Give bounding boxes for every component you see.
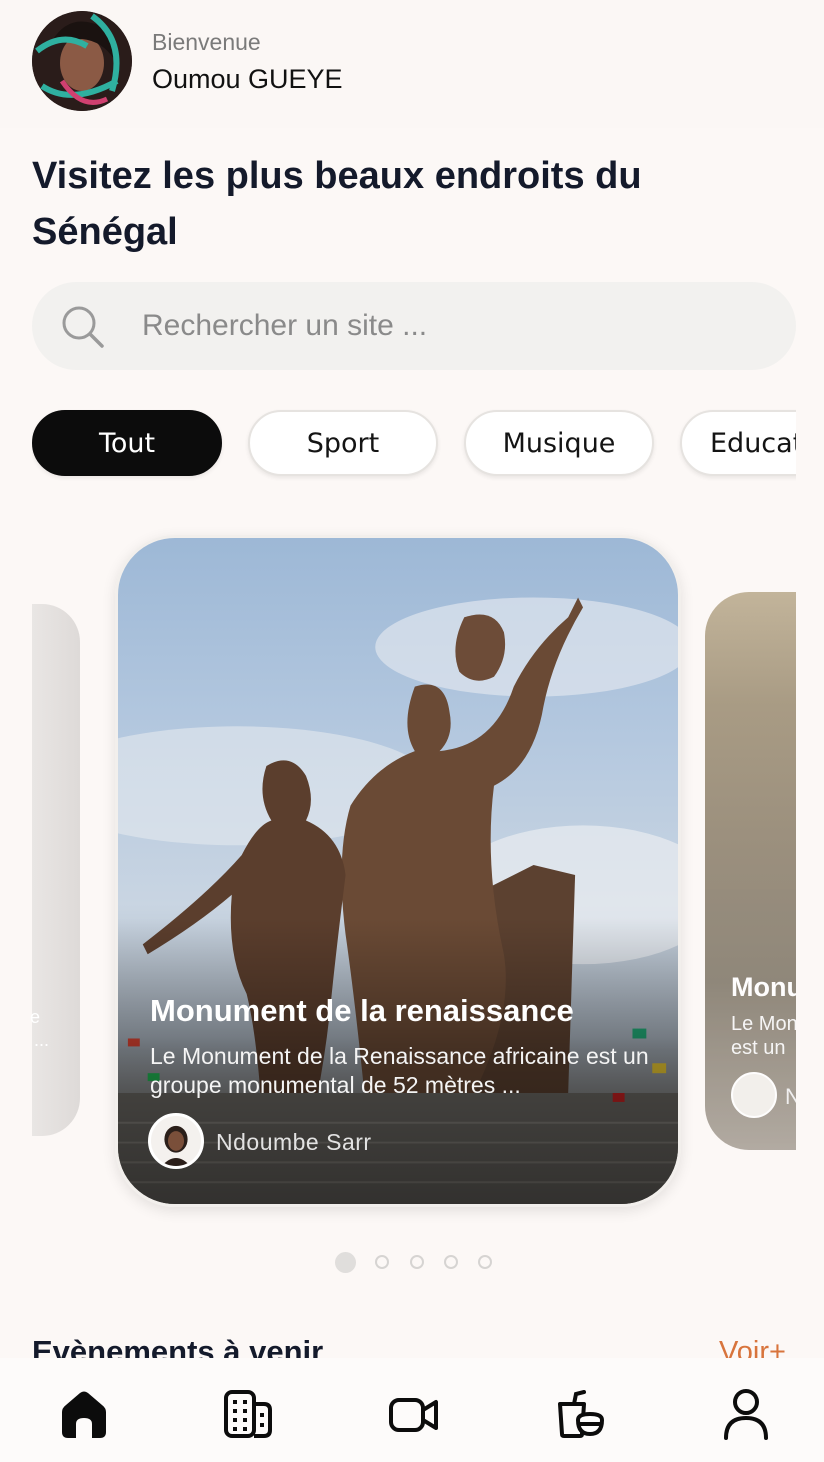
pagination-dot-4[interactable] [444, 1255, 458, 1269]
chip-musique[interactable]: Musique [464, 410, 654, 476]
card-title: Monument de la renaissance [150, 993, 574, 1028]
nav-sites[interactable] [222, 1388, 274, 1440]
avatar-image [32, 11, 132, 111]
profile-icon [724, 1389, 768, 1440]
page-title: Visitez les plus beaux endroits du Sénég… [32, 155, 642, 253]
welcome-label: Bienvenue [152, 29, 261, 55]
chip-sport[interactable]: Sport [248, 410, 438, 476]
pagination-dot-1[interactable] [335, 1252, 356, 1273]
bottom-navigation [0, 1358, 824, 1462]
pagination-dot-5[interactable] [478, 1255, 492, 1269]
previous-card-text-fragment: e [30, 1007, 41, 1027]
header: Bienvenue Oumou GUEYE [0, 0, 824, 128]
next-card-description-line1: Le Mon [731, 1013, 796, 1035]
card-description: Le Monument de la Renaissance africaine … [150, 1043, 649, 1098]
pagination-dot-3[interactable] [410, 1255, 424, 1269]
nav-videos[interactable] [388, 1388, 440, 1440]
search-bar[interactable] [32, 282, 796, 370]
chip-education[interactable]: Education [680, 410, 796, 476]
home-icon [62, 1391, 106, 1438]
pagination-dot-2[interactable] [375, 1255, 389, 1269]
carousel-card-next[interactable]: Monu Le Mon est un N [705, 592, 796, 1150]
next-card-author: N [785, 1084, 796, 1109]
search-input[interactable] [142, 302, 762, 350]
previous-card-text-fragment-2: ... [34, 1030, 50, 1050]
video-camera-icon [389, 1398, 438, 1432]
category-filters: Tout Sport Musique Education [32, 408, 796, 482]
next-card-author-avatar [731, 1072, 777, 1118]
chip-tout[interactable]: Tout [32, 410, 222, 476]
carousel-card-previous[interactable] [32, 604, 80, 1136]
avatar[interactable] [32, 11, 132, 111]
author-name: Ndoumbe Sarr [216, 1129, 372, 1155]
next-card-description-line2: est un [731, 1037, 786, 1059]
next-card-title: Monu [731, 972, 796, 1002]
food-bowl-icon [558, 1390, 605, 1438]
buildings-icon [224, 1390, 272, 1438]
next-card-description: Le Mon est un [731, 1012, 796, 1060]
search-icon [60, 304, 106, 350]
nav-food[interactable] [554, 1388, 606, 1440]
author-avatar [148, 1113, 204, 1169]
nav-profile[interactable] [720, 1388, 772, 1440]
carousel-card-current[interactable]: Monument de la renaissance Le Monument d… [115, 535, 681, 1207]
username: Oumou GUEYE [152, 64, 343, 94]
nav-home[interactable] [58, 1388, 110, 1440]
